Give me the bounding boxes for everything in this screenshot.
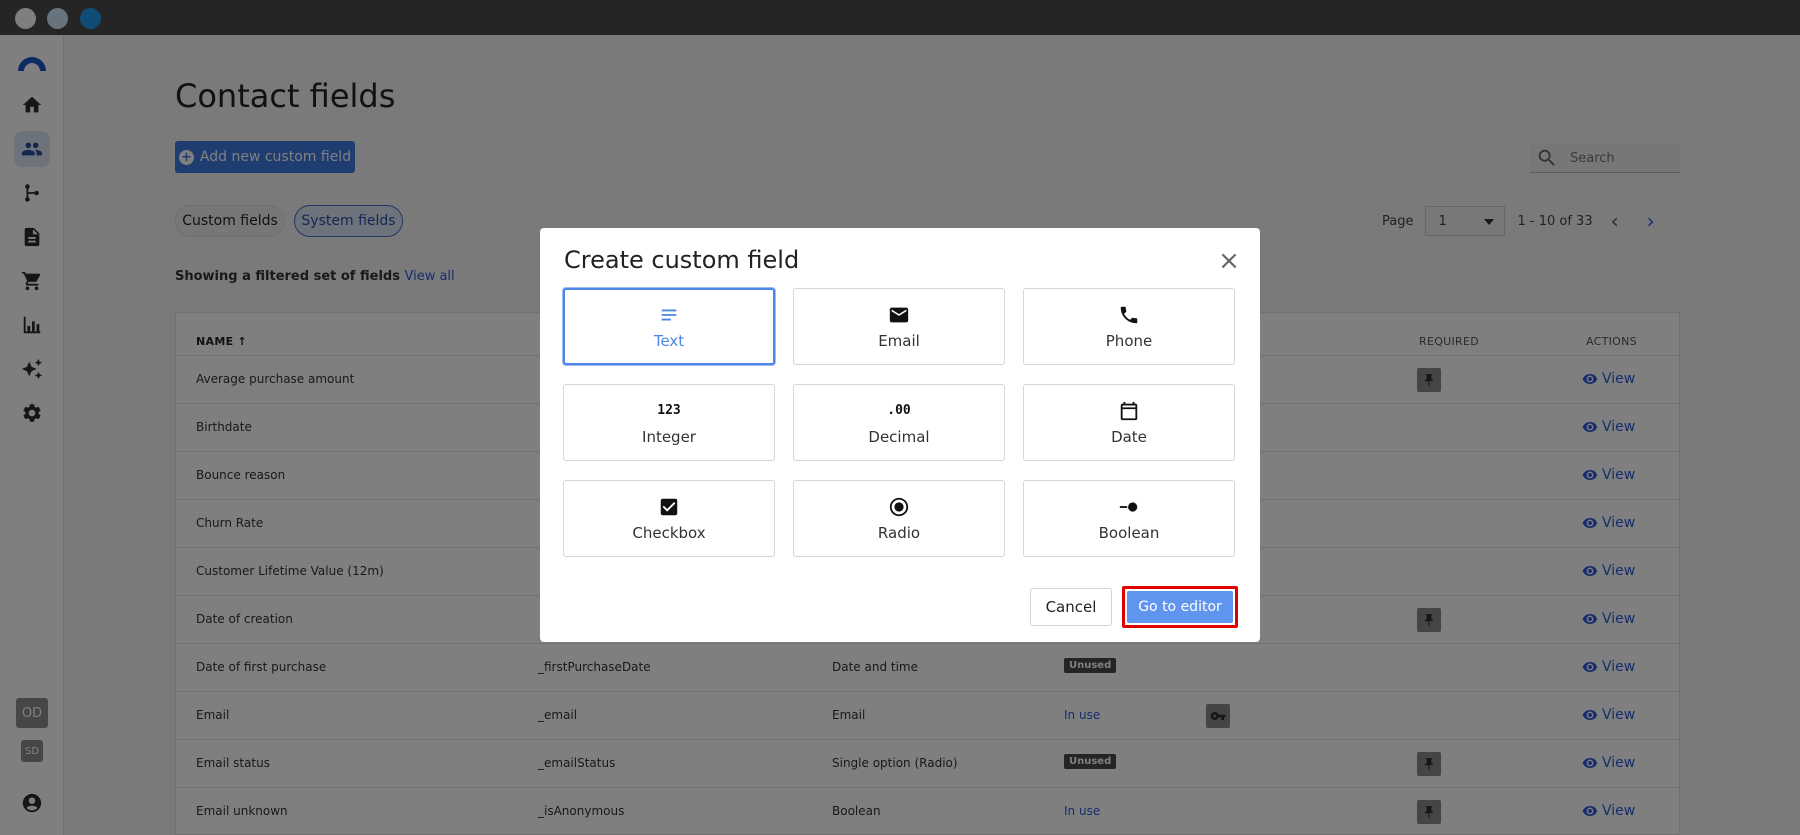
field-type-label: Text [653,331,685,350]
go-to-editor-label: Go to editor [1127,591,1233,623]
field-type-integer[interactable]: 123 Integer [563,384,775,461]
field-type-checkbox[interactable]: Checkbox [563,480,775,557]
field-type-label: Boolean [1098,523,1160,542]
checkbox-icon [658,496,680,518]
field-type-date[interactable]: Date [1023,384,1235,461]
field-type-text[interactable]: Text [563,288,775,365]
phone-icon [1118,304,1140,326]
boolean-icon [1118,496,1140,518]
close-icon[interactable]: × [1216,248,1242,274]
field-type-label: Email [878,331,920,350]
field-type-label: Phone [1105,331,1153,350]
field-type-label: Date [1111,427,1147,446]
field-type-boolean[interactable]: Boolean [1023,480,1235,557]
decimal-icon: .00 [887,400,911,422]
field-type-phone[interactable]: Phone [1023,288,1235,365]
radio-icon [888,496,910,518]
field-type-label: Checkbox [632,523,706,542]
cancel-button[interactable]: Cancel [1030,588,1112,626]
email-icon [888,304,910,326]
field-type-label: Integer [642,427,696,446]
integer-icon-glyph: 123 [657,403,681,418]
text-icon [658,304,680,326]
decimal-icon-glyph: .00 [887,403,911,418]
calendar-icon [1118,400,1140,422]
dialog-title: Create custom field [564,246,800,274]
integer-icon: 123 [657,400,681,422]
field-type-label: Decimal [868,427,930,446]
field-type-email[interactable]: Email [793,288,1005,365]
field-type-decimal[interactable]: .00 Decimal [793,384,1005,461]
go-to-editor-button[interactable]: Go to editor [1122,586,1238,628]
field-type-label: Radio [877,523,921,542]
field-type-radio[interactable]: Radio [793,480,1005,557]
create-custom-field-dialog: Create custom field × Text Email Phone 123 I… [540,228,1260,642]
